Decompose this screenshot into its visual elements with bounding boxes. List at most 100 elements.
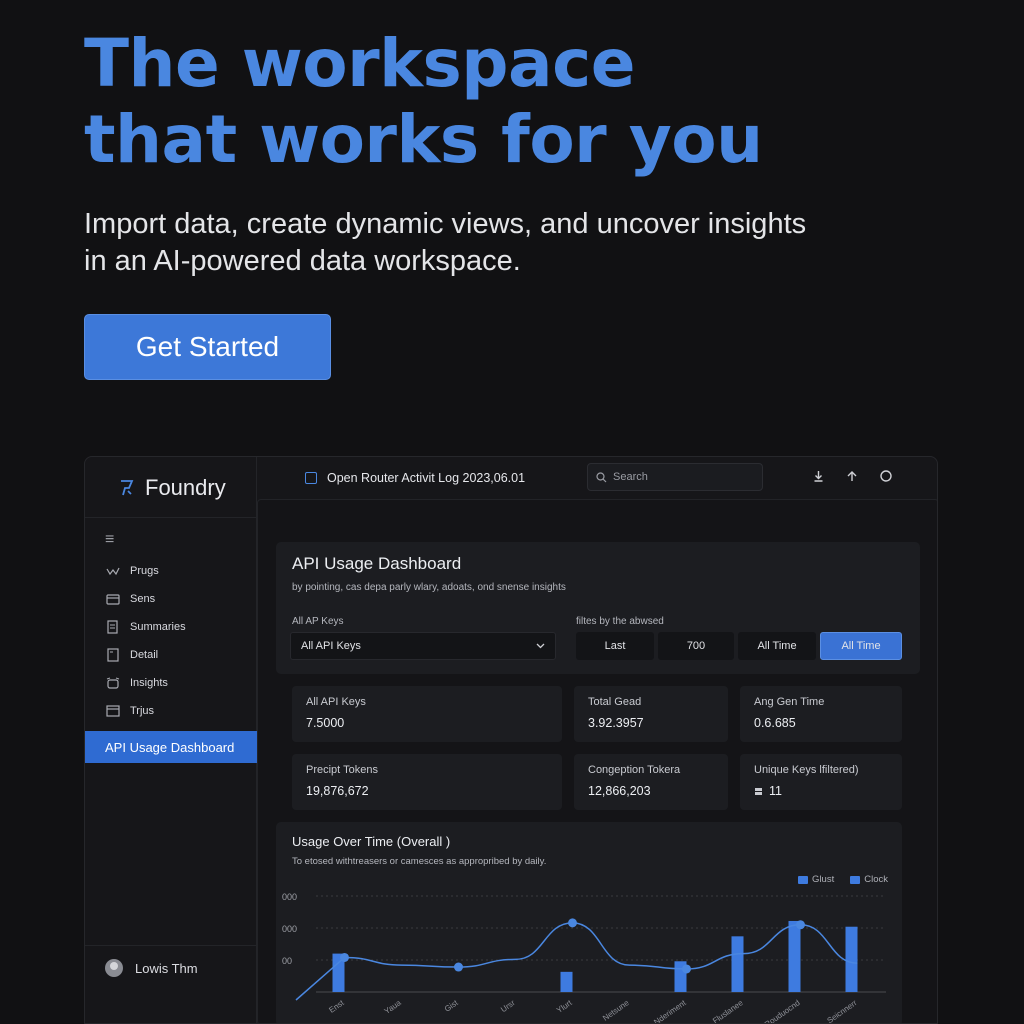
chart-title: Usage Over Time (Overall ) bbox=[292, 834, 451, 849]
main-content: API Usage Dashboard by pointing, cas dep… bbox=[257, 499, 937, 1024]
usage-chart-panel: Usage Over Time (Overall ) To etosed wit… bbox=[276, 822, 902, 1024]
sidebar-item-label: Summaries bbox=[130, 621, 186, 633]
x-tick-label: Ylurt bbox=[555, 998, 574, 1015]
y-tick-label: 00 bbox=[282, 956, 292, 966]
search-icon bbox=[596, 471, 607, 482]
chart-line-icon bbox=[105, 564, 120, 578]
hero-subtitle-line-1: Import data, create dynamic views, and u… bbox=[84, 208, 807, 240]
download-icon[interactable] bbox=[811, 469, 825, 483]
get-started-button[interactable]: Get Started bbox=[84, 314, 331, 380]
topbar-actions bbox=[811, 469, 893, 483]
card-icon bbox=[105, 592, 120, 606]
stat-card-precipt-tokens: Precipt Tokens 19,876,672 bbox=[292, 754, 562, 810]
data-point bbox=[568, 918, 577, 928]
app-window: Foundry ≡ Prugs Sens Summaries Detail In… bbox=[84, 456, 938, 1024]
x-tick-label: Fluslanee bbox=[711, 998, 745, 1024]
topbar: Open Router Activit Log 2023,06.01 Searc… bbox=[257, 457, 937, 501]
sidebar-item-detail[interactable]: Detail bbox=[85, 641, 257, 669]
x-tick-label: Nderiment bbox=[652, 998, 688, 1024]
search-input[interactable]: Search bbox=[587, 463, 763, 491]
sidebar-item-trjus[interactable]: Trjus bbox=[85, 697, 257, 725]
brand[interactable]: Foundry bbox=[119, 475, 226, 501]
sidebar-item-label: Detail bbox=[130, 649, 159, 661]
segment-all-time[interactable]: All Time bbox=[738, 632, 816, 660]
keys-label: All AP Keys bbox=[292, 616, 344, 627]
x-tick-label: Netsune bbox=[601, 998, 631, 1023]
document-icon bbox=[105, 620, 120, 634]
circle-icon[interactable] bbox=[879, 469, 893, 483]
x-tick-label: Yaua bbox=[383, 998, 403, 1016]
menu-icon[interactable]: ≡ bbox=[105, 531, 114, 549]
search-placeholder: Search bbox=[613, 471, 648, 483]
user-name: Lowis Thm bbox=[135, 960, 198, 976]
stat-card-title: Total Gead bbox=[588, 696, 642, 708]
segment-last[interactable]: Last bbox=[576, 632, 654, 660]
sidebar: Foundry ≡ Prugs Sens Summaries Detail In… bbox=[85, 457, 257, 1023]
hero-title-line-2: that works for you bbox=[84, 101, 763, 178]
window-icon bbox=[105, 704, 120, 718]
api-keys-select[interactable]: All API Keys bbox=[290, 632, 556, 660]
brand-name: Foundry bbox=[145, 475, 226, 500]
sidebar-bottom-divider bbox=[85, 945, 257, 946]
stat-card-ang-gen-time: Ang Gen Time 0.6.685 bbox=[740, 686, 902, 742]
data-point bbox=[682, 964, 691, 974]
document-title[interactable]: Open Router Activit Log 2023,06.01 bbox=[305, 471, 525, 485]
sidebar-item-label: Insights bbox=[130, 677, 168, 689]
hero-title: The workspace that works for you bbox=[84, 26, 763, 178]
chart-subtitle: To etosed withtreasers or camesces as ap… bbox=[292, 856, 547, 867]
bar bbox=[788, 920, 801, 992]
bar bbox=[560, 971, 573, 992]
key-icon bbox=[755, 787, 762, 795]
sidebar-item-prugs[interactable]: Prugs bbox=[85, 557, 257, 585]
dashboard-subtitle: by pointing, cas depa parly wlary, adoat… bbox=[292, 582, 566, 593]
stat-card-total-gead: Total Gead 3.92.3957 bbox=[574, 686, 728, 742]
segment-all-time-active[interactable]: All Time bbox=[820, 632, 902, 660]
stat-card-value-row: 11 bbox=[754, 784, 782, 798]
sidebar-item-summaries[interactable]: Summaries bbox=[85, 613, 257, 641]
bar bbox=[731, 936, 744, 992]
sidebar-item-label: Sens bbox=[130, 593, 156, 605]
stat-card-value: 7.5000 bbox=[306, 716, 345, 730]
stat-card-title: Unique Keys lfiltered) bbox=[754, 764, 859, 776]
x-tick-label: Ursr bbox=[499, 998, 517, 1014]
hero-title-line-1: The workspace bbox=[84, 25, 635, 102]
stat-card-value: 11 bbox=[769, 784, 782, 798]
sidebar-item-api-usage-dashboard[interactable]: API Usage Dashboard bbox=[85, 731, 257, 763]
bar bbox=[845, 926, 858, 992]
sidebar-item-sens[interactable]: Sens bbox=[85, 585, 257, 613]
data-point bbox=[454, 962, 463, 972]
stat-card-value: 19,876,672 bbox=[306, 784, 369, 798]
x-tick-label: Gist bbox=[443, 998, 460, 1014]
page-icon bbox=[105, 648, 120, 662]
segment-700[interactable]: 700 bbox=[658, 632, 734, 660]
stat-card-title: All API Keys bbox=[306, 696, 366, 708]
chevron-down-icon bbox=[536, 643, 545, 649]
stat-card-value: 12,866,203 bbox=[588, 784, 651, 798]
y-tick-label: 000 bbox=[282, 892, 297, 902]
stat-card-value: 0.6.685 bbox=[754, 716, 796, 730]
dashboard-header-panel: API Usage Dashboard by pointing, cas dep… bbox=[276, 542, 920, 674]
user-profile[interactable]: Lowis Thm bbox=[105, 959, 198, 977]
data-point bbox=[340, 952, 349, 962]
document-title-text: Open Router Activit Log 2023,06.01 bbox=[327, 471, 526, 485]
series-line bbox=[295, 922, 858, 1001]
x-tick-label: Enst bbox=[327, 998, 346, 1015]
document-icon bbox=[305, 472, 317, 484]
stat-card-title: Congeption Tokera bbox=[588, 764, 681, 776]
sidebar-nav: Prugs Sens Summaries Detail Insights Trj… bbox=[85, 557, 257, 725]
foundry-logo-icon bbox=[121, 480, 134, 496]
upload-icon[interactable] bbox=[845, 469, 859, 483]
y-tick-label: 000 bbox=[282, 924, 297, 934]
x-tick-label: Seicnnerr bbox=[825, 998, 858, 1024]
data-point bbox=[796, 920, 805, 930]
sidebar-item-insights[interactable]: Insights bbox=[85, 669, 257, 697]
avatar bbox=[105, 959, 123, 977]
stat-card-value: 3.92.3957 bbox=[588, 716, 644, 730]
stat-card-all-api-keys: All API Keys 7.5000 bbox=[292, 686, 562, 742]
x-tick-label: Rouduocnd bbox=[763, 998, 802, 1024]
filter-label: filtes by the abwsed bbox=[576, 616, 664, 627]
stat-card-congeption-tokera: Congeption Tokera 12,866,203 bbox=[574, 754, 728, 810]
hero-subtitle-line-2: in an AI-powered data workspace. bbox=[84, 245, 521, 277]
usage-chart: 00000000Enst Yaua Gist Ursr Ylurt Netsune Nder… bbox=[282, 892, 886, 1024]
api-keys-select-value: All API Keys bbox=[301, 640, 361, 652]
